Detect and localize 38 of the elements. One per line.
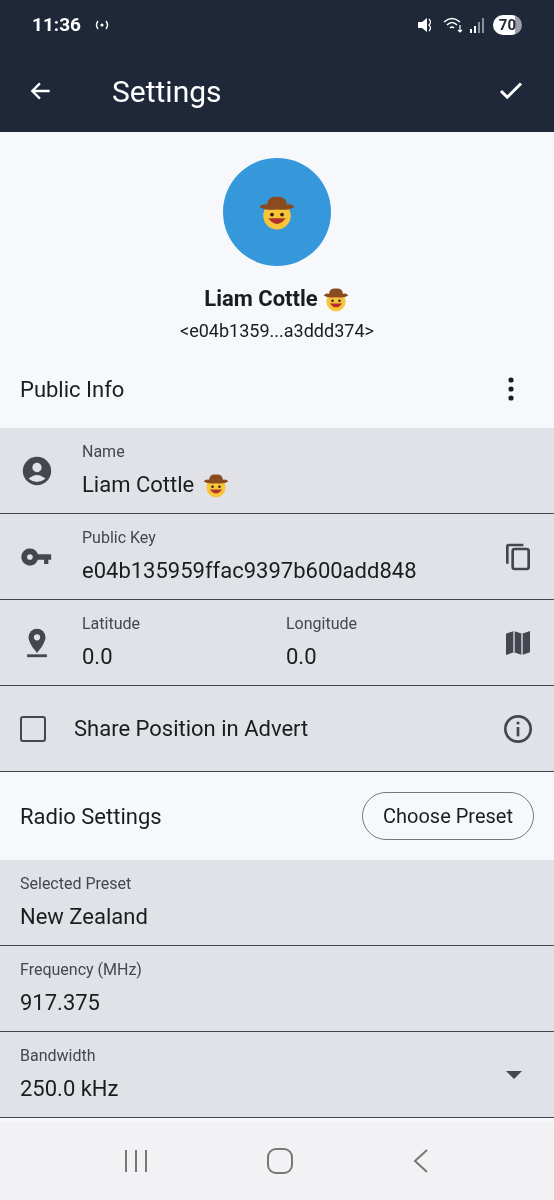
profile-key: <e04b1359...a3ddd374> (180, 317, 374, 344)
latitude-field[interactable]: Latitude 0.0 (82, 612, 286, 673)
info-icon[interactable] (502, 712, 534, 745)
longitude-value: 0.0 (286, 643, 317, 671)
field-label: Longitude (286, 613, 358, 635)
field-label: Frequency (MHz) (20, 959, 143, 981)
status-time: 11:36 (32, 11, 81, 38)
section-title: Public Info (20, 375, 126, 404)
app-bar-title: Settings (112, 72, 222, 111)
name-field[interactable]: Name Liam Cottle (0, 428, 554, 514)
public-key-value: e04b135959ffac9397b600add848 (82, 557, 417, 585)
public-key-field[interactable]: Public Key e04b135959ffac9397b600add848 (0, 514, 554, 600)
longitude-field[interactable]: Longitude 0.0 (286, 612, 490, 673)
field-value: 250.0 kHz (20, 1075, 120, 1103)
field-label: Name (82, 441, 126, 463)
name-value: Liam Cottle (82, 471, 195, 499)
profile-name: Liam Cottle (204, 285, 318, 313)
dropdown-field[interactable]: Bandwidth 250.0 kHz (0, 1032, 554, 1118)
field-value: 917.375 (20, 989, 101, 1017)
choose-preset-button[interactable]: Choose Preset (361, 792, 534, 840)
section-title: Radio Settings (20, 802, 163, 831)
share-position-label: Share Position in Advert (74, 715, 310, 743)
dropdown-arrow-icon (506, 1070, 522, 1079)
text-field[interactable]: Selected Preset New Zealand (0, 860, 554, 946)
wifi-icon (442, 16, 465, 34)
field-label: Selected Preset (20, 873, 133, 895)
home-icon[interactable] (266, 1147, 294, 1175)
field-label: Latitude (82, 613, 141, 635)
recent-apps-icon[interactable] (122, 1148, 149, 1174)
battery-indicator: 70 (492, 15, 522, 35)
text-field[interactable]: Frequency (MHz) 917.375 (0, 946, 554, 1032)
latitude-value: 0.0 (82, 643, 113, 671)
signal-icon (468, 17, 485, 33)
more-options-icon[interactable] (508, 377, 514, 401)
field-label: Public Key (82, 527, 157, 549)
field-value: New Zealand (20, 903, 149, 931)
field-label: Bandwidth (20, 1045, 97, 1067)
share-position-checkbox[interactable] (20, 715, 46, 742)
